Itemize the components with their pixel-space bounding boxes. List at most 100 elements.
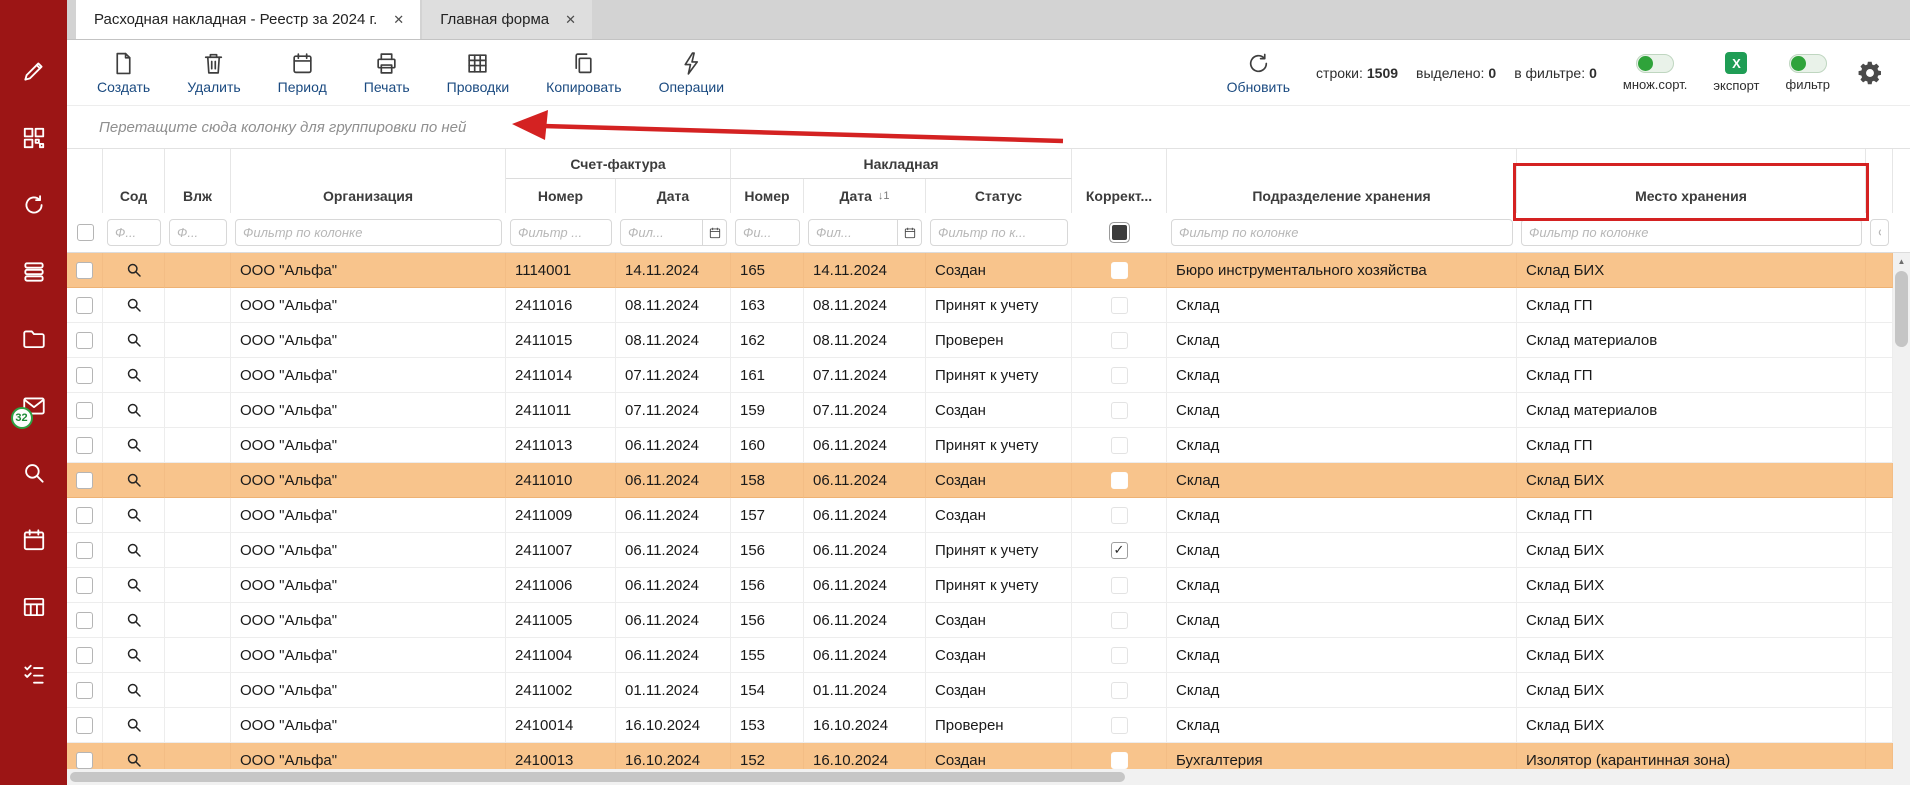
filter-partial-input[interactable] [1870,219,1889,246]
table-row[interactable]: ООО "Альфа"241100706.11.202415606.11.202… [67,533,1910,568]
table-row[interactable]: ООО "Альфа"241100406.11.202415506.11.202… [67,638,1910,673]
column-header-correction[interactable]: Коррект... [1072,149,1167,213]
magnifier-icon[interactable] [125,716,143,734]
row-select-checkbox[interactable] [76,682,93,699]
magnifier-icon[interactable] [125,331,143,349]
refresh-button[interactable]: Обновить [1227,51,1290,95]
delete-button[interactable]: Удалить [187,51,240,95]
table-row[interactable]: ООО "Альфа"241100606.11.202415606.11.202… [67,568,1910,603]
mail-icon[interactable]: 32 [21,393,47,419]
select-all-checkbox[interactable] [77,224,94,241]
create-button[interactable]: Создать [97,51,150,95]
vertical-scrollbar[interactable]: ▲ [1893,253,1910,769]
filter-location-input[interactable] [1521,219,1862,246]
table-row[interactable]: ООО "Альфа"241100201.11.202415401.11.202… [67,673,1910,708]
correction-checkbox[interactable] [1111,717,1128,734]
column-header-attachment[interactable]: Влж [165,149,231,213]
filter-invoice-number-input[interactable] [510,219,612,246]
correction-checkbox[interactable] [1111,647,1128,664]
column-header-invoice-number[interactable]: Номер [506,179,616,213]
settings-button[interactable] [1856,59,1884,87]
group-header-waybill[interactable]: Накладная [731,149,1072,179]
row-select-checkbox[interactable] [76,332,93,349]
magnifier-icon[interactable] [125,261,143,279]
magnifier-icon[interactable] [125,576,143,594]
row-select-checkbox[interactable] [76,542,93,559]
table-row[interactable]: ООО "Альфа"111400114.11.202416514.11.202… [67,253,1910,288]
filter-waybill-number-input[interactable] [735,219,800,246]
horizontal-scrollbar[interactable] [67,769,1893,785]
row-select-checkbox[interactable] [76,717,93,734]
sync-icon[interactable] [21,192,47,218]
stack-icon[interactable] [21,259,47,285]
magnifier-icon[interactable] [125,436,143,454]
tab-expense-invoice-registry[interactable]: Расходная накладная - Реестр за 2024 г. … [76,0,420,39]
table-row[interactable]: ООО "Альфа"241101006.11.202415806.11.202… [67,463,1910,498]
correction-checkbox[interactable] [1111,507,1128,524]
correction-checkbox[interactable] [1111,402,1128,419]
calendar-icon[interactable] [898,219,922,246]
row-select-checkbox[interactable] [76,472,93,489]
table-icon[interactable] [21,594,47,620]
table-row[interactable]: ООО "Альфа"241101306.11.202416006.11.202… [67,428,1910,463]
column-header-waybill-number[interactable]: Номер [731,179,804,213]
correction-checkbox[interactable] [1111,612,1128,629]
magnifier-icon[interactable] [125,366,143,384]
correction-checkbox[interactable] [1111,262,1128,279]
row-select-checkbox[interactable] [76,612,93,629]
correction-filter-checkbox[interactable] [1112,225,1127,240]
row-select-checkbox[interactable] [76,297,93,314]
table-row[interactable]: ООО "Альфа"241100906.11.202415706.11.202… [67,498,1910,533]
search-icon[interactable] [21,460,47,486]
column-header-department[interactable]: Подразделение хранения [1167,149,1517,213]
group-by-drop-zone[interactable]: Перетащите сюда колонку для группировки … [67,106,1910,149]
table-row[interactable]: ООО "Альфа"241101407.11.202416107.11.202… [67,358,1910,393]
correction-checkbox[interactable] [1111,577,1128,594]
magnifier-icon[interactable] [125,471,143,489]
correction-checkbox[interactable]: ✓ [1111,542,1128,559]
filter-content-input[interactable] [107,219,161,246]
row-select-checkbox[interactable] [76,507,93,524]
table-row[interactable]: ООО "Альфа"241101508.11.202416208.11.202… [67,323,1910,358]
table-row[interactable]: ООО "Альфа"241101608.11.202416308.11.202… [67,288,1910,323]
magnifier-icon[interactable] [125,751,143,769]
qr-grid-icon[interactable] [21,125,47,151]
row-select-checkbox[interactable] [76,262,93,279]
horizontal-scroll-thumb[interactable] [70,772,1125,782]
correction-checkbox[interactable] [1111,367,1128,384]
filter-attachment-input[interactable] [169,219,227,246]
correction-checkbox[interactable] [1111,297,1128,314]
column-header-waybill-date[interactable]: Дата ↓1 [804,179,926,213]
row-select-checkbox[interactable] [76,367,93,384]
row-select-checkbox[interactable] [76,402,93,419]
multisort-toggle[interactable]: множ.сорт. [1623,54,1687,92]
postings-button[interactable]: Проводки [447,51,510,95]
column-header-location[interactable]: Место хранения [1517,149,1866,213]
correction-checkbox[interactable] [1111,472,1128,489]
copy-button[interactable]: Копировать [546,51,621,95]
row-select-checkbox[interactable] [76,752,93,769]
table-row[interactable]: ООО "Альфа"241001416.10.202415316.10.202… [67,708,1910,743]
magnifier-icon[interactable] [125,506,143,524]
period-button[interactable]: Период [278,51,327,95]
column-header-content[interactable]: Сод [103,149,165,213]
edit-icon[interactable] [21,58,47,84]
magnifier-icon[interactable] [125,646,143,664]
filter-status-input[interactable] [930,219,1068,246]
calendar-icon[interactable] [703,219,727,246]
correction-checkbox[interactable] [1111,682,1128,699]
column-header-organization[interactable]: Организация [231,149,506,213]
scroll-up-icon[interactable]: ▲ [1893,253,1910,269]
table-row[interactable]: ООО "Альфа"241101107.11.202415907.11.202… [67,393,1910,428]
close-icon[interactable]: ✕ [393,12,404,28]
filter-organization-input[interactable] [235,219,502,246]
correction-checkbox[interactable] [1111,752,1128,769]
operations-button[interactable]: Операции [659,51,725,95]
magnifier-icon[interactable] [125,541,143,559]
magnifier-icon[interactable] [125,611,143,629]
column-header-status[interactable]: Статус [926,179,1072,213]
tab-main-form[interactable]: Главная форма ✕ [422,0,592,39]
filter-department-input[interactable] [1171,219,1513,246]
column-header-invoice-date[interactable]: Дата [616,179,731,213]
correction-checkbox[interactable] [1111,437,1128,454]
